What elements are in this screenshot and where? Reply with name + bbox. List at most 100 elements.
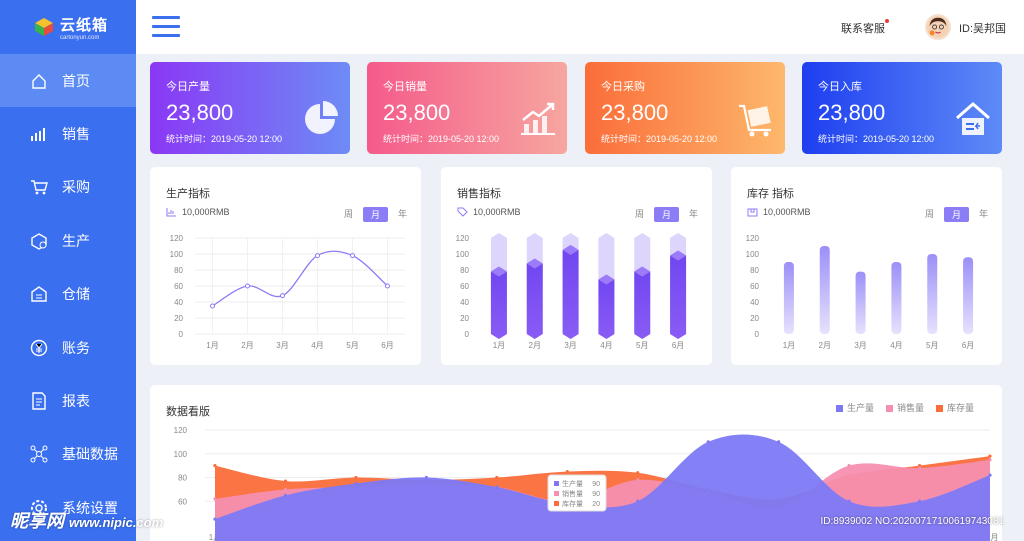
data-point <box>847 464 851 468</box>
data-point <box>777 440 781 444</box>
x-tick-label: 5月 <box>346 341 358 350</box>
data-point <box>917 499 922 503</box>
x-tick-label: 3月 <box>564 341 576 350</box>
bar <box>855 271 866 334</box>
data-point <box>354 481 358 486</box>
topbar: 联系客服 ID:吴邦国 <box>136 0 1024 54</box>
watermark-url: www.nipic.com <box>69 515 164 530</box>
x-tick-label: 5月 <box>636 341 648 350</box>
box-icon <box>31 233 47 250</box>
sidebar-item-7[interactable]: 基础数据 <box>0 428 136 481</box>
sidebar-item-label: 基础数据 <box>62 446 118 463</box>
x-tick-label: 2月 <box>529 341 541 350</box>
avatar[interactable] <box>925 14 951 40</box>
data-point <box>354 475 358 480</box>
data-point <box>213 497 217 501</box>
tooltip-swatch <box>554 491 559 496</box>
y-tick-label: 20 <box>750 314 759 323</box>
sidebar-item-label: 账务 <box>62 339 90 356</box>
home-icon <box>32 73 46 89</box>
y-tick-label: 60 <box>178 497 187 506</box>
bar <box>562 245 579 339</box>
inventory-panel: 库存 指标 10,000RMB 周月年 0 20 40 60 80 100 120 1月 2月 3… <box>731 167 1002 365</box>
y-tick-label: 100 <box>456 250 470 259</box>
y-tick-label: 60 <box>460 282 469 291</box>
card-title: 今日产量 <box>166 81 210 93</box>
warehouse-icon <box>31 286 47 302</box>
y-tick-label: 0 <box>755 330 760 339</box>
sidebar-item-0[interactable]: 首页 <box>0 54 136 108</box>
brand-logo[interactable]: 云纸箱 cartonyun.com <box>0 0 136 54</box>
data-point <box>350 253 355 259</box>
data-point <box>315 253 320 259</box>
logo-icon <box>35 18 53 36</box>
tooltip-label: 销售量 <box>562 489 583 498</box>
data-point <box>988 473 992 477</box>
sidebar-item-6[interactable]: 报表 <box>0 374 136 427</box>
x-tick-label: 4月 <box>890 341 902 350</box>
y-tick-label: 0 <box>179 330 184 339</box>
data-point <box>636 499 640 503</box>
sidebar-item-label: 仓储 <box>62 286 90 303</box>
y-tick-label: 120 <box>170 234 184 243</box>
sidebar-item-4[interactable]: 仓储 <box>0 268 136 321</box>
data-point <box>847 499 851 503</box>
data-point <box>280 293 285 299</box>
x-tick-label: 6月 <box>381 341 393 350</box>
card-title: 今日入库 <box>818 81 862 93</box>
bar <box>927 254 938 334</box>
menu-toggle-icon[interactable] <box>152 16 180 38</box>
sales-bar-chart: 0 20 40 60 80 100 120 1月 2月 3月 4月 5月 6月 <box>456 233 687 350</box>
y-tick-label: 60 <box>174 282 183 291</box>
y-tick-label: 80 <box>178 474 187 483</box>
tooltip-swatch <box>554 501 559 506</box>
y-tick-label: 80 <box>750 266 759 275</box>
x-tick-label: 6月 <box>962 341 974 350</box>
y-tick-label: 40 <box>750 298 759 307</box>
y-tick-label: 60 <box>750 282 759 291</box>
data-point <box>283 487 288 491</box>
report-icon <box>32 392 46 410</box>
data-point <box>706 440 710 444</box>
y-tick-label: 120 <box>174 426 188 435</box>
watermark: 昵享网 www.nipic.com <box>10 507 163 533</box>
x-tick-label: 1月 <box>783 341 795 350</box>
user-id[interactable]: ID:吴邦国 <box>959 20 1006 36</box>
y-tick-label: 40 <box>460 298 469 307</box>
tooltip-value: 90 <box>592 481 600 488</box>
stat-card-0[interactable]: 今日产量 23,800 统计时间：2019-05-20 12:00 <box>150 62 350 154</box>
x-tick-label: 3月 <box>276 341 288 350</box>
sidebar-item-2[interactable]: 采购 <box>0 161 136 214</box>
sidebar: 云纸箱 cartonyun.com 首页 销售 采购 生产 仓储 账务 报表 基础数据 系统设置 <box>0 0 136 541</box>
contact-service-link[interactable]: 联系客服 <box>841 19 889 36</box>
bar <box>634 266 651 339</box>
sidebar-item-5[interactable]: 账务 <box>0 321 136 374</box>
sidebar-item-1[interactable]: 销售 <box>0 107 136 160</box>
sidebar-item-label: 首页 <box>62 72 90 89</box>
data-point <box>213 517 217 521</box>
sidebar-item-3[interactable]: 生产 <box>0 214 136 267</box>
stat-card-1[interactable]: 今日销量 23,800 统计时间：2019-05-20 12:00 <box>367 62 567 154</box>
cart-icon <box>31 180 48 195</box>
bar <box>670 250 687 339</box>
inventory-bar-chart: 0 20 40 60 80 100 120 1月 2月 3月 4月 5月 6月 <box>746 234 975 350</box>
production-line-chart: 0 20 40 60 80 100 120 1月 2月 3月 4月 5月 6月 <box>170 234 405 350</box>
y-tick-label: 80 <box>460 266 469 275</box>
bar <box>963 257 974 334</box>
y-tick-label: 20 <box>174 314 183 323</box>
x-tick-label: 2月 <box>819 341 831 350</box>
y-tick-label: 20 <box>460 314 469 323</box>
sidebar-item-label: 销售 <box>62 126 90 143</box>
data-point <box>988 458 992 462</box>
stat-card-3[interactable]: 今日入库 23,800 统计时间：2019-05-20 12:00 <box>802 62 1002 154</box>
sidebar-item-label: 生产 <box>62 232 90 249</box>
data-point <box>385 283 390 289</box>
stat-card-2[interactable]: 今日采购 23,800 统计时间：2019-05-20 12:00 <box>585 62 785 154</box>
house-icon <box>956 102 990 135</box>
y-tick-label: 120 <box>746 234 760 243</box>
bar <box>783 262 794 334</box>
data-point <box>917 466 922 470</box>
bar <box>819 246 830 334</box>
sidebar-item-label: 报表 <box>62 393 90 410</box>
avatar-face-icon <box>927 16 949 38</box>
